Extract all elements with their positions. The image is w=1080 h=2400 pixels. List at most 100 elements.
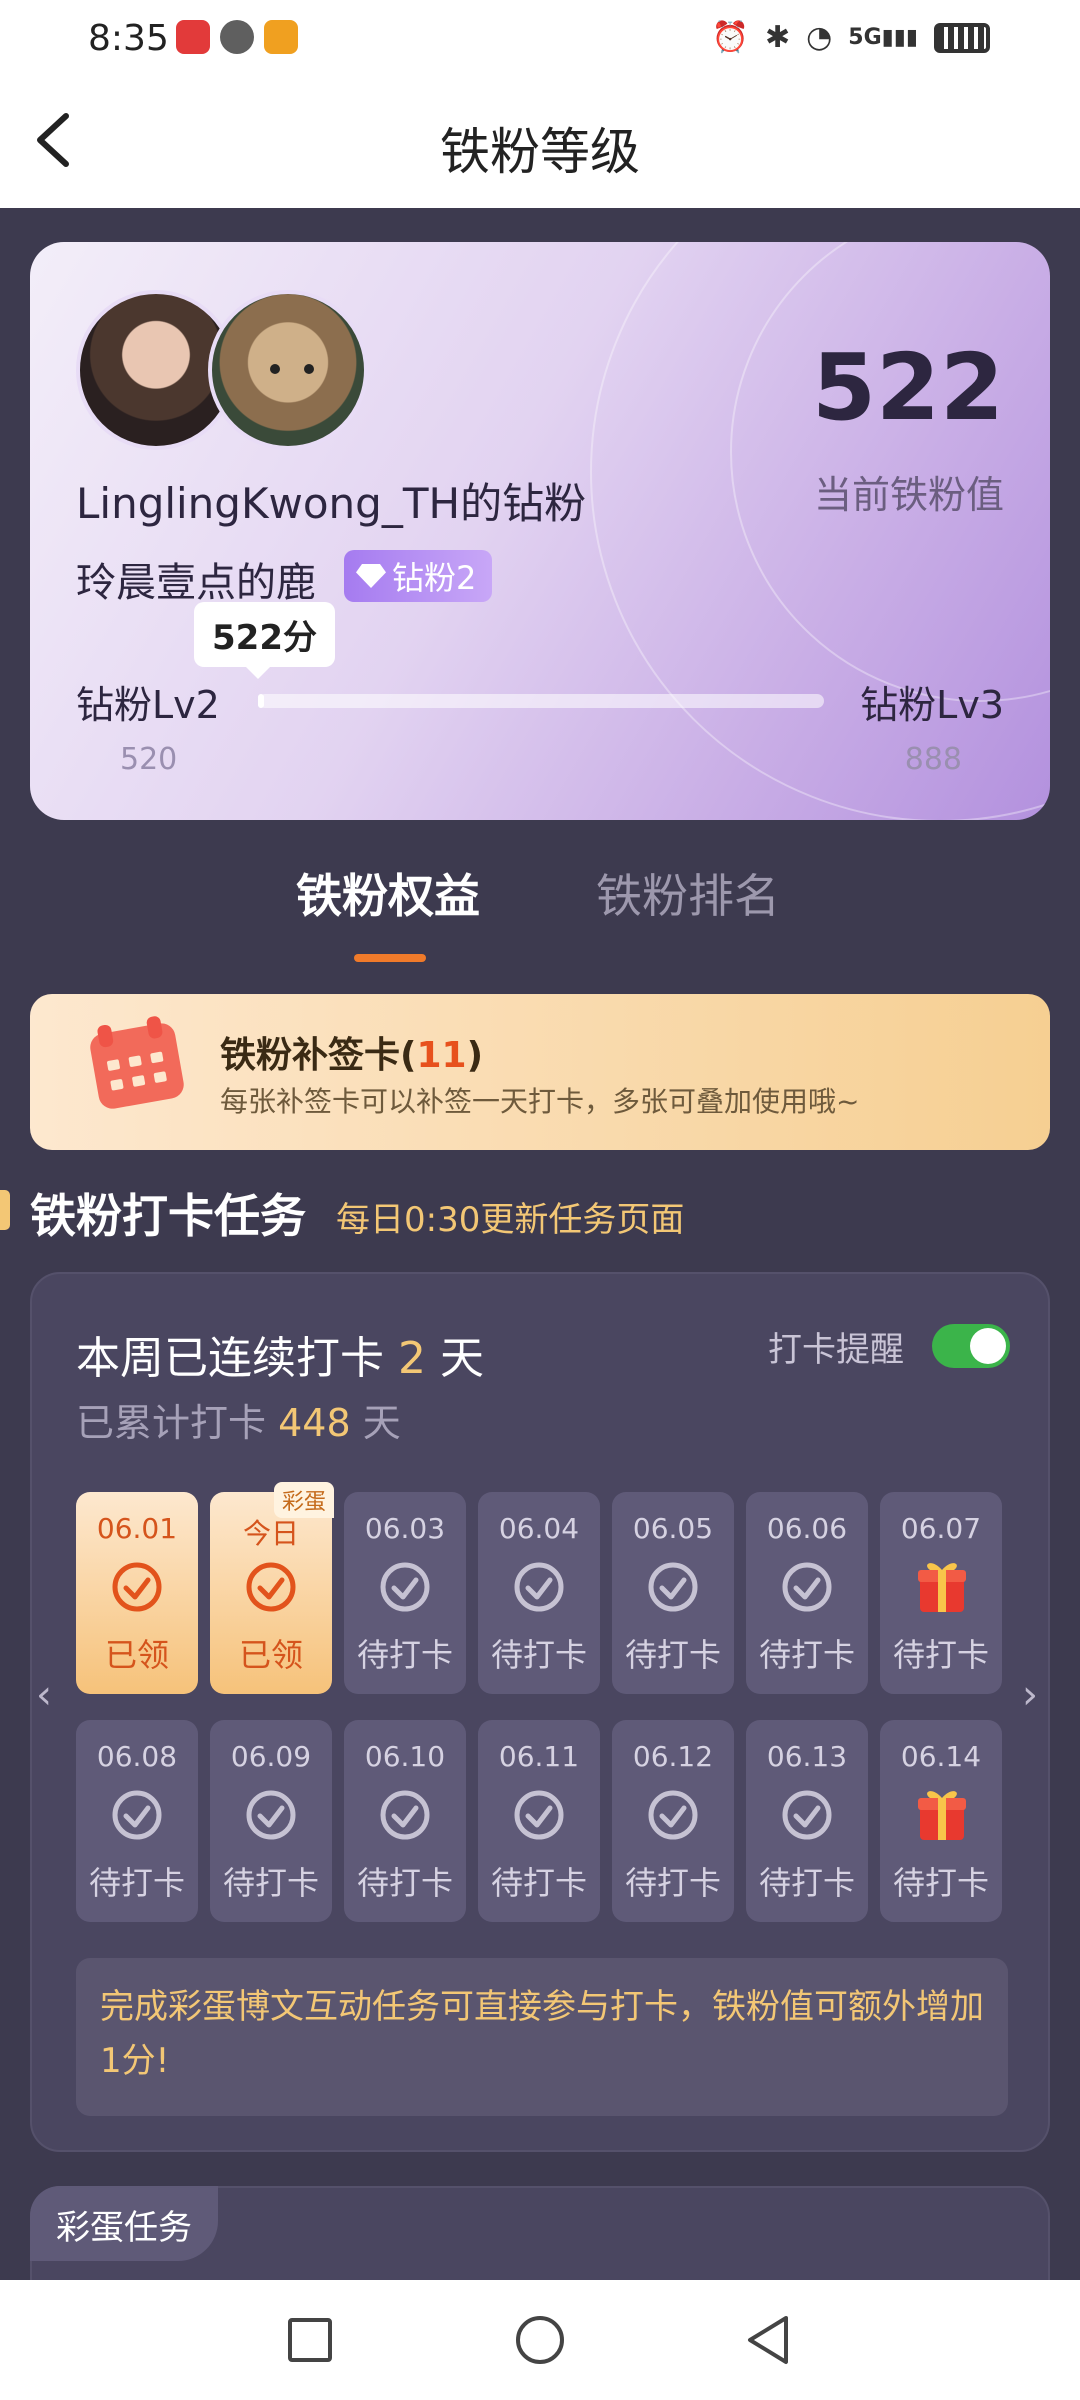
prev-week-arrow[interactable]: ‹ — [36, 1672, 52, 1718]
streak-text: 本周已连续打卡 2 天 — [76, 1322, 484, 1386]
system-nav-bar — [0, 2280, 1080, 2400]
makeup-card-count: 11 — [416, 1035, 467, 1076]
day-status: 已领 — [238, 1636, 303, 1674]
idol-avatar[interactable] — [208, 290, 368, 450]
day-date: 06.11 — [498, 1740, 580, 1773]
day-status: 待打卡 — [624, 1636, 721, 1674]
check-icon — [110, 1560, 164, 1614]
day-cell-06.04[interactable]: 06.04 待打卡 — [478, 1492, 600, 1694]
wechat-icon — [220, 20, 254, 54]
remind-toggle[interactable] — [932, 1324, 1010, 1368]
day-status: 待打卡 — [892, 1636, 989, 1674]
day-date: 06.09 — [230, 1740, 312, 1773]
status-app-icons — [176, 20, 298, 54]
score-tooltip: 522分 — [194, 602, 335, 679]
level-progress-fill — [258, 694, 264, 708]
check-icon — [512, 1788, 566, 1842]
badge-label: 钻粉2 — [392, 559, 477, 597]
egg-tip: 完成彩蛋博文互动任务可直接参与打卡，铁粉值可额外增加1分! — [76, 1958, 1008, 2116]
day-date: 今日 — [242, 1517, 299, 1550]
avatar-eye — [270, 364, 280, 374]
total-suffix: 天 — [350, 1401, 401, 1445]
gift-icon — [916, 1556, 968, 1614]
streak-days: 2 — [398, 1333, 426, 1384]
day-date: 06.08 — [96, 1740, 178, 1773]
day-cell-06.06[interactable]: 06.06 待打卡 — [746, 1492, 868, 1694]
day-status: 待打卡 — [490, 1636, 587, 1674]
day-date: 06.03 — [364, 1512, 446, 1545]
network-type: 5G — [848, 25, 882, 50]
gift-icon — [916, 1784, 968, 1842]
current-level-points: 520 — [120, 742, 178, 777]
check-icon — [646, 1788, 700, 1842]
home-button[interactable] — [516, 2316, 564, 2364]
makeup-card-title-end: ) — [466, 1035, 484, 1076]
day-date: 06.04 — [498, 1512, 580, 1545]
day-cell-06.08[interactable]: 06.08 待打卡 — [76, 1720, 198, 1922]
level-badge: 钻粉2 — [344, 550, 493, 602]
day-status: 待打卡 — [222, 1864, 319, 1902]
day-status: 待打卡 — [356, 1864, 453, 1902]
streak-prefix: 本周已连续打卡 — [76, 1333, 398, 1384]
status-time: 8:35 — [88, 18, 169, 59]
day-cell-06.03[interactable]: 06.03 待打卡 — [344, 1492, 466, 1694]
section-marker — [0, 1190, 10, 1230]
section-subtitle: 每日0:30更新任务页面 — [336, 1200, 685, 1240]
level-progress-bar — [258, 694, 824, 708]
total-days: 448 — [278, 1401, 351, 1445]
recent-apps-button[interactable] — [288, 2318, 332, 2362]
day-cell-今日[interactable]: 今日已领 彩蛋 — [210, 1482, 334, 1694]
tab-ranking[interactable]: 铁粉排名 — [596, 860, 780, 926]
back-nav-button[interactable] — [746, 2314, 790, 2366]
day-cell-06.14[interactable]: 06.14 待打卡 — [880, 1720, 1002, 1922]
avatar-eye — [304, 364, 314, 374]
day-cell-06.07[interactable]: 06.07 待打卡 — [880, 1492, 1002, 1694]
remind-label: 打卡提醒 — [768, 1330, 904, 1370]
page-title: 铁粉等级 — [440, 123, 640, 181]
calendar-icon — [88, 1021, 186, 1111]
fan-score: 522 — [811, 334, 1004, 441]
check-icon — [780, 1788, 834, 1842]
day-status: 待打卡 — [892, 1864, 989, 1902]
day-status: 待打卡 — [758, 1864, 855, 1902]
tab-indicator — [354, 954, 426, 962]
day-cell-06.01[interactable]: 06.01 已领 — [76, 1492, 198, 1694]
status-right: ⏰ ✱ ◔ 5G▮▮▮ — [712, 20, 990, 55]
check-icon — [780, 1560, 834, 1614]
tab-bar: 铁粉权益 铁粉排名 — [0, 860, 1080, 940]
makeup-card-title-text: 铁粉补签卡( — [220, 1035, 417, 1076]
streak-suffix: 天 — [426, 1333, 484, 1384]
day-cell-06.05[interactable]: 06.05 待打卡 — [612, 1492, 734, 1694]
fan-title: LinglingKwong_TH的钻粉 — [76, 479, 587, 528]
current-level: 钻粉Lv2 — [76, 683, 220, 727]
makeup-card-desc: 每张补签卡可以补签一天打卡，多张可叠加使用哦~ — [220, 1085, 860, 1118]
day-date: 06.14 — [900, 1740, 982, 1773]
next-level: 钻粉Lv3 — [860, 683, 1004, 727]
day-date: 06.01 — [96, 1512, 178, 1545]
check-icon — [378, 1560, 432, 1614]
check-icon — [110, 1788, 164, 1842]
next-week-arrow[interactable]: › — [1022, 1672, 1038, 1718]
day-status: 待打卡 — [758, 1636, 855, 1674]
fan-nickname: 玲晨壹点的鹿 — [76, 560, 316, 606]
day-cell-06.13[interactable]: 06.13 待打卡 — [746, 1720, 868, 1922]
day-cell-06.12[interactable]: 06.12 待打卡 — [612, 1720, 734, 1922]
nav-bar: 铁粉等级 — [0, 80, 1080, 208]
day-date: 06.07 — [900, 1512, 982, 1545]
day-date: 06.10 — [364, 1740, 446, 1773]
egg-tag: 彩蛋 — [273, 1482, 334, 1518]
fan-level-card: LinglingKwong_TH的钻粉 玲晨壹点的鹿 钻粉2 522 当前铁粉值… — [30, 242, 1050, 820]
day-cell-06.09[interactable]: 06.09 待打卡 — [210, 1720, 332, 1922]
day-date: 06.12 — [632, 1740, 714, 1773]
egg-task-label: 彩蛋任务 — [30, 2186, 218, 2261]
alarm-icon: ⏰ — [711, 20, 749, 55]
makeup-card-banner[interactable]: 铁粉补签卡(11) 每张补签卡可以补签一天打卡，多张可叠加使用哦~ — [30, 994, 1050, 1150]
day-cell-06.10[interactable]: 06.10 待打卡 — [344, 1720, 466, 1922]
day-date: 06.05 — [632, 1512, 714, 1545]
diamond-icon — [356, 564, 386, 588]
day-cell-06.11[interactable]: 06.11 待打卡 — [478, 1720, 600, 1922]
next-level-points: 888 — [904, 742, 962, 777]
bluetooth-icon: ✱ — [764, 20, 791, 55]
day-status: 待打卡 — [88, 1864, 185, 1902]
tab-benefits[interactable]: 铁粉权益 — [296, 860, 480, 926]
